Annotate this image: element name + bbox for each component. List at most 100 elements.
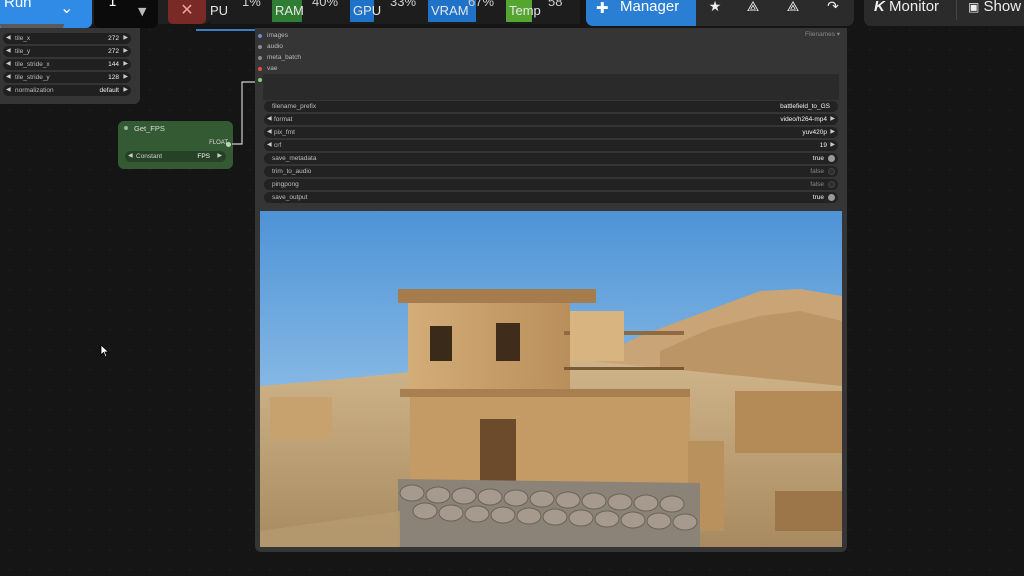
format-widget[interactable]: ◀ format video/h264-mp4 ▶ xyxy=(264,114,838,125)
widget-value: true xyxy=(812,155,824,162)
arrow-left-icon[interactable]: ◀ xyxy=(6,85,11,96)
arrow-left-icon[interactable]: ◀ xyxy=(267,140,272,151)
crf-widget[interactable]: ◀ crf 19 ▶ xyxy=(264,140,838,151)
vram-monitor: 67% VRAM xyxy=(428,0,504,22)
get-fps-node[interactable]: Get_FPS FLOAT ◀ Constant FPS ▶ xyxy=(118,121,233,169)
vram-percent: 67% xyxy=(468,0,495,9)
input-socket[interactable] xyxy=(258,56,262,60)
toggle-knob[interactable] xyxy=(828,194,835,201)
divider xyxy=(956,0,957,20)
collapse-dot-icon[interactable] xyxy=(124,126,128,130)
widget-label: tile_y xyxy=(15,48,31,55)
input-label: meta_batch xyxy=(267,54,301,61)
converted-widget-field[interactable] xyxy=(263,74,839,87)
widget-value: 128 xyxy=(108,74,119,81)
top-toolbar: Run ⌄ 1 ▼ ✕ 1% PU 40% RAM 33% GPU 67% VR xyxy=(0,0,1024,28)
save-output-toggle[interactable]: save_output true xyxy=(264,192,838,203)
toggle-knob[interactable] xyxy=(828,181,835,188)
widget-value: true xyxy=(812,194,824,201)
arrow-left-icon[interactable]: ◀ xyxy=(128,151,133,162)
input-socket[interactable] xyxy=(258,78,262,82)
tile-stride-y-widget[interactable]: ◀ tile_stride_y 128 ▶ xyxy=(3,72,131,83)
arrow-left-icon[interactable]: ◀ xyxy=(6,72,11,83)
batch-count-value: 1 xyxy=(108,0,117,10)
widget-value: video/h264-mp4 xyxy=(780,116,827,123)
widget-value: yuv420p xyxy=(802,129,827,136)
toggle-knob[interactable] xyxy=(828,168,835,175)
input-socket[interactable] xyxy=(258,34,262,38)
video-preview[interactable] xyxy=(260,211,842,547)
run-group: Run ⌄ 1 ▼ ✕ xyxy=(0,0,210,28)
chevron-down-icon[interactable]: ⌄ xyxy=(60,0,73,18)
output-label: FLOAT xyxy=(209,140,228,146)
node-header[interactable]: Get_FPS xyxy=(118,121,233,137)
widget-label: filename_prefix xyxy=(272,103,317,110)
tile-stride-x-widget[interactable]: ◀ tile_stride_x 144 ▶ xyxy=(3,59,131,70)
star-icon[interactable]: ★ xyxy=(702,0,728,19)
arrow-right-icon[interactable]: ▶ xyxy=(123,59,128,70)
arrow-left-icon[interactable]: ◀ xyxy=(6,46,11,57)
save-metadata-toggle[interactable]: save_metadata true xyxy=(264,153,838,164)
run-label: Run xyxy=(4,0,32,11)
toggle-knob[interactable] xyxy=(828,155,835,162)
arrow-right-icon[interactable]: ▶ xyxy=(217,151,222,162)
model-alt-icon[interactable]: ⟁ xyxy=(780,0,806,19)
arrow-right-icon[interactable]: ▶ xyxy=(830,114,835,125)
arrow-right-icon[interactable]: ▶ xyxy=(123,46,128,57)
preview-image xyxy=(260,211,842,547)
chevron-down-icon[interactable]: ▼ xyxy=(138,5,146,18)
widget-label: pix_fmt xyxy=(274,129,295,136)
manager-label: Manager xyxy=(620,0,680,15)
image-icon: ▣ xyxy=(968,0,980,14)
arrow-left-icon[interactable]: ◀ xyxy=(267,127,272,138)
arrow-right-icon[interactable]: ▶ xyxy=(830,140,835,151)
puzzle-icon: ✚ xyxy=(596,0,609,17)
temp-monitor: 58 Temp xyxy=(506,0,576,22)
widget-label: trim_to_audio xyxy=(272,168,312,175)
arrow-left-icon[interactable]: ◀ xyxy=(6,59,11,70)
widget-value: 144 xyxy=(108,61,119,68)
arrow-left-icon[interactable]: ◀ xyxy=(6,33,11,44)
cancel-button[interactable]: ✕ xyxy=(168,0,206,24)
temp-label: Temp xyxy=(509,3,541,18)
monitor-button[interactable]: K Monitor xyxy=(874,0,939,15)
input-label: audio xyxy=(267,43,283,50)
k-icon: K xyxy=(874,0,885,15)
filename-prefix-widget[interactable]: filename_prefix battlefield_to_GS xyxy=(264,101,838,112)
arrow-left-icon[interactable]: ◀ xyxy=(267,114,272,125)
widget-value: false xyxy=(810,181,824,188)
output-socket[interactable] xyxy=(226,142,231,147)
show-button[interactable]: ▣ Show xyxy=(968,0,1021,15)
trim-to-audio-toggle[interactable]: trim_to_audio false xyxy=(264,166,838,177)
widget-label: Constant xyxy=(136,153,163,160)
pingpong-toggle[interactable]: pingpong false xyxy=(264,179,838,190)
right-toolbar: K Monitor ▣ Show xyxy=(864,0,1024,26)
gpu-monitor: 33% GPU xyxy=(350,0,422,22)
tile-x-widget[interactable]: ◀ tile_x 272 ▶ xyxy=(3,33,131,44)
normalization-widget[interactable]: ◀ normalization default ▶ xyxy=(3,85,131,96)
input-socket[interactable] xyxy=(258,45,262,49)
converted-widget-field[interactable] xyxy=(263,87,839,100)
tile-settings-node[interactable]: ◀ tile_x 272 ▶ ◀ tile_y 272 ▶ ◀ tile_str… xyxy=(0,28,140,104)
tile-y-widget[interactable]: ◀ tile_y 272 ▶ xyxy=(3,46,131,57)
arrow-right-icon[interactable]: ▶ xyxy=(123,72,128,83)
ram-label: RAM xyxy=(275,3,304,18)
monitor-label: Monitor xyxy=(889,0,940,15)
arrow-right-icon[interactable]: ▶ xyxy=(123,33,128,44)
constant-widget[interactable]: ◀ Constant FPS ▶ xyxy=(125,151,226,162)
arrow-right-icon[interactable]: ▶ xyxy=(830,127,835,138)
widget-label: crf xyxy=(274,142,282,149)
manager-button[interactable]: ✚ Manager xyxy=(586,0,696,26)
resource-monitor: 1% PU 40% RAM 33% GPU 67% VRAM 58 Temp xyxy=(210,0,580,24)
batch-count-input[interactable]: 1 ▼ xyxy=(94,0,158,28)
model-icon[interactable]: ⟁ xyxy=(740,0,766,19)
gpu-label: GPU xyxy=(353,3,382,18)
arrow-right-icon[interactable]: ▶ xyxy=(123,85,128,96)
selection-line xyxy=(196,29,256,31)
widget-value: 272 xyxy=(108,48,119,55)
widget-value: false xyxy=(810,168,824,175)
input-socket[interactable] xyxy=(258,67,262,71)
share-icon[interactable]: ↷ xyxy=(820,0,846,19)
manager-group: ✚ Manager ★ ⟁ ⟁ ↷ xyxy=(586,0,854,26)
pix-fmt-widget[interactable]: ◀ pix_fmt yuv420p ▶ xyxy=(264,127,838,138)
